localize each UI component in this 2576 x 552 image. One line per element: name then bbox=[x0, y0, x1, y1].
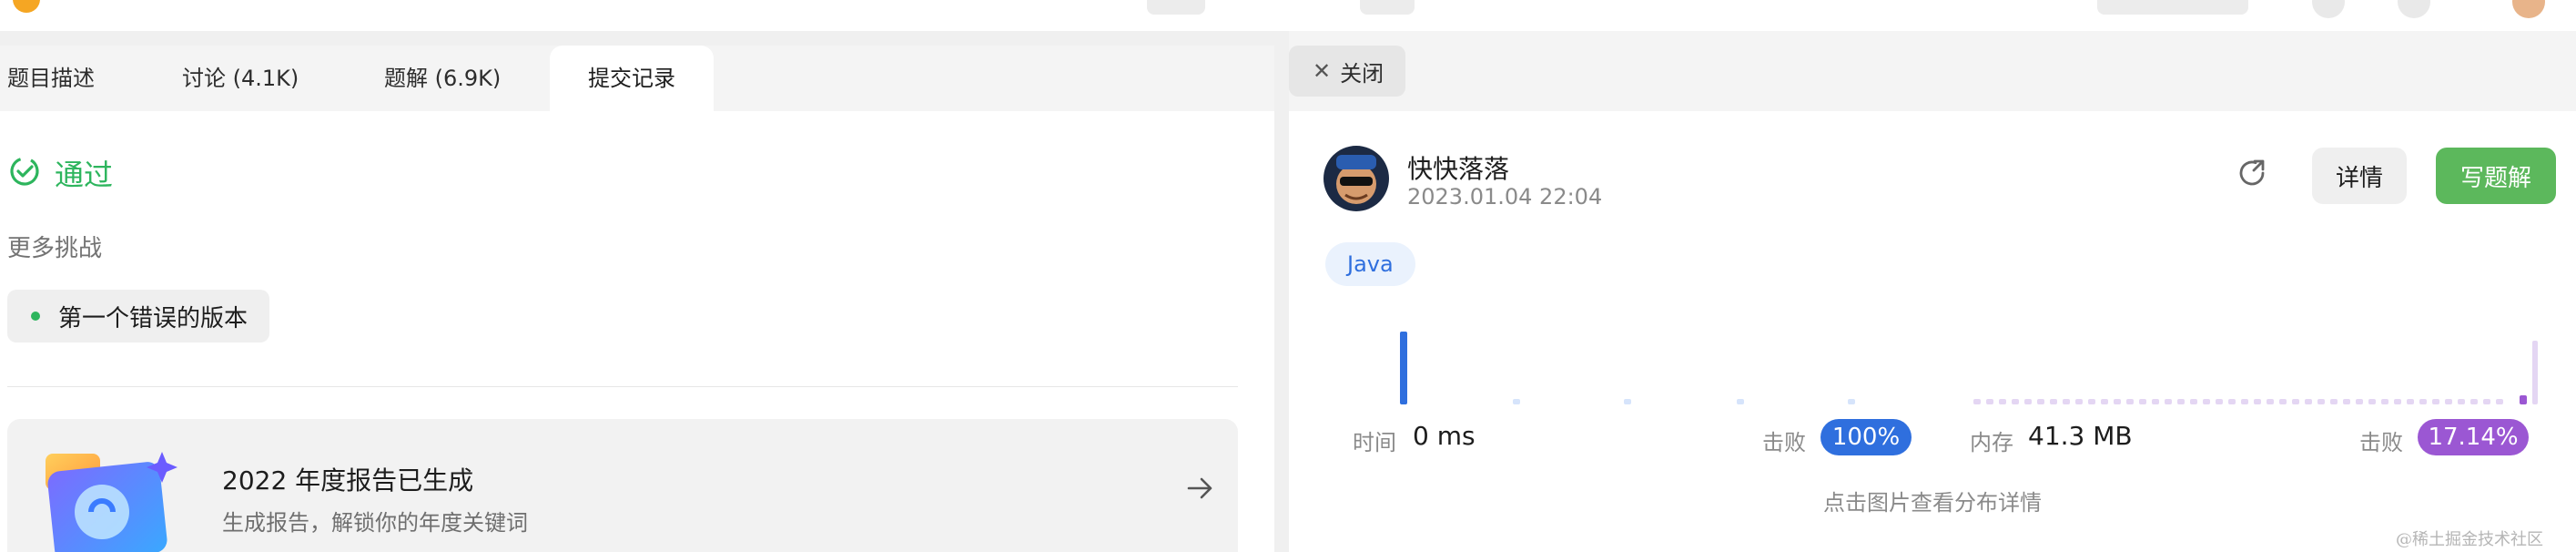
memory-distribution-bar bbox=[2407, 399, 2414, 404]
close-icon: ✕ bbox=[1313, 58, 1332, 84]
memory-distribution-bar bbox=[2432, 399, 2439, 404]
runtime-beat-label: 击败 bbox=[1762, 430, 1806, 455]
runtime-value: 0 ms bbox=[1413, 421, 1476, 451]
runtime-distribution-bar bbox=[1400, 332, 1407, 404]
submission-status: 通过 bbox=[9, 151, 113, 195]
more-challenges-title: 更多挑战 bbox=[7, 235, 103, 262]
memory-distribution-bar bbox=[2190, 399, 2197, 404]
report-title: 2022 年度报告已生成 bbox=[222, 465, 474, 496]
bullet-icon bbox=[31, 312, 40, 321]
logo-icon[interactable] bbox=[13, 0, 40, 13]
memory-distribution-bar bbox=[2024, 399, 2032, 404]
tab-discussion[interactable]: 讨论 (4.1K) bbox=[182, 46, 299, 111]
notification-icon[interactable] bbox=[2312, 0, 2345, 18]
memory-distribution-bar bbox=[2101, 399, 2108, 404]
memory-distribution-bar bbox=[2203, 399, 2210, 404]
report-illustration bbox=[35, 446, 189, 552]
memory-distribution-bar bbox=[2075, 399, 2083, 404]
divider bbox=[7, 386, 1238, 387]
runtime-distribution-bar bbox=[1624, 399, 1631, 404]
memory-distribution-bar bbox=[2470, 399, 2478, 404]
page: 题目描述 讨论 (4.1K) 题解 (6.9K) 提交记录 通过 更多挑战 第一… bbox=[0, 0, 2576, 552]
memory-distribution-bar bbox=[2088, 399, 2095, 404]
report-subtitle: 生成报告，解锁你的年度关键词 bbox=[222, 510, 528, 536]
memory-distribution-bar bbox=[2012, 399, 2019, 404]
memory-value: 41.3 MB bbox=[2028, 421, 2133, 451]
memory-distribution-bar bbox=[2356, 399, 2363, 404]
challenge-item-label: 第一个错误的版本 bbox=[58, 304, 248, 332]
settings-icon[interactable] bbox=[2398, 0, 2430, 18]
challenge-item[interactable]: 第一个错误的版本 bbox=[7, 290, 270, 342]
nav-button[interactable] bbox=[2097, 0, 2248, 15]
memory-beat-badge: 17.14% bbox=[2418, 419, 2529, 455]
memory-distribution-bar bbox=[2368, 399, 2376, 404]
memory-distribution-bar bbox=[2483, 399, 2490, 404]
problem-panel: 题目描述 讨论 (4.1K) 题解 (6.9K) 提交记录 通过 更多挑战 第一… bbox=[0, 46, 1274, 552]
memory-distribution-bar bbox=[2496, 399, 2503, 404]
memory-distribution-bar bbox=[2458, 399, 2465, 404]
tab-submissions[interactable]: 提交记录 bbox=[550, 46, 714, 111]
user-avatar[interactable] bbox=[2512, 0, 2545, 18]
memory-label: 内存 bbox=[1970, 430, 2013, 455]
runtime-distribution-bar bbox=[1513, 399, 1520, 404]
memory-distribution-bar bbox=[2216, 399, 2223, 404]
watermark: @稀土掘金技术社区 bbox=[2396, 530, 2543, 549]
memory-distribution-bar bbox=[2114, 399, 2121, 404]
nav-button[interactable] bbox=[1147, 0, 1205, 15]
memory-distribution-bar bbox=[2381, 399, 2388, 404]
panel-splitter[interactable] bbox=[1274, 46, 1289, 552]
memory-distribution-bar bbox=[2305, 399, 2312, 404]
memory-distribution-bar bbox=[2394, 399, 2401, 404]
memory-distribution-bar bbox=[2228, 399, 2236, 404]
memory-distribution-bar bbox=[2241, 399, 2248, 404]
close-button[interactable]: ✕ 关闭 bbox=[1289, 46, 1405, 97]
status-label: 通过 bbox=[55, 158, 114, 192]
memory-distribution-bar bbox=[2292, 399, 2299, 404]
runtime-distribution-bar bbox=[1737, 399, 1744, 404]
memory-distribution-bar bbox=[2330, 399, 2338, 404]
memory-distribution-bar bbox=[2165, 399, 2172, 404]
memory-distribution-bar bbox=[2445, 399, 2452, 404]
memory-distribution-bar bbox=[2050, 399, 2057, 404]
memory-distribution-bar bbox=[2037, 399, 2044, 404]
distribution-hint: 点击图片查看分布详情 bbox=[1823, 490, 2042, 516]
runtime-label: 时间 bbox=[1353, 430, 1396, 455]
problem-tabs: 题目描述 讨论 (4.1K) 题解 (6.9K) 提交记录 bbox=[0, 46, 1274, 111]
memory-distribution-bar bbox=[2254, 399, 2261, 404]
tab-solutions[interactable]: 题解 (6.9K) bbox=[384, 46, 501, 111]
memory-distribution-bar bbox=[2343, 399, 2350, 404]
annual-report-card[interactable]: 2022 年度报告已生成 生成报告，解锁你的年度关键词 bbox=[7, 419, 1238, 552]
memory-distribution-bar bbox=[2152, 399, 2159, 404]
memory-distribution-bar bbox=[1973, 399, 1981, 404]
tab-description[interactable]: 题目描述 bbox=[7, 46, 95, 111]
check-circle-icon bbox=[9, 156, 40, 190]
memory-distribution-bar bbox=[2419, 399, 2427, 404]
top-navbar bbox=[0, 0, 2576, 31]
memory-distribution-bar bbox=[2063, 399, 2070, 404]
memory-distribution-bar bbox=[1999, 399, 2006, 404]
memory-distribution-bar bbox=[2267, 399, 2274, 404]
runtime-beat-badge: 100% bbox=[1820, 419, 1912, 455]
memory-beat-label: 击败 bbox=[2359, 430, 2403, 455]
nav-button[interactable] bbox=[1360, 0, 1415, 15]
memory-distribution-bar bbox=[2177, 399, 2185, 404]
memory-distribution-bar bbox=[2532, 341, 2538, 404]
arrow-right-icon[interactable] bbox=[1185, 474, 1214, 506]
memory-distribution-bar bbox=[2126, 399, 2134, 404]
memory-distribution-bar bbox=[1986, 399, 1993, 404]
memory-distribution-bar-current bbox=[2520, 395, 2527, 404]
submission-detail-panel: 快快落落 2023.01.04 22:04 详情 写题解 Java 时间 0 m… bbox=[1289, 111, 2576, 552]
memory-distribution-bar bbox=[2139, 399, 2146, 404]
memory-distribution-bar bbox=[2279, 399, 2287, 404]
memory-distribution-bar bbox=[2317, 399, 2325, 404]
close-label: 关闭 bbox=[1340, 60, 1384, 87]
detail-header-bar bbox=[1289, 31, 2576, 111]
runtime-distribution-bar bbox=[1848, 399, 1855, 404]
